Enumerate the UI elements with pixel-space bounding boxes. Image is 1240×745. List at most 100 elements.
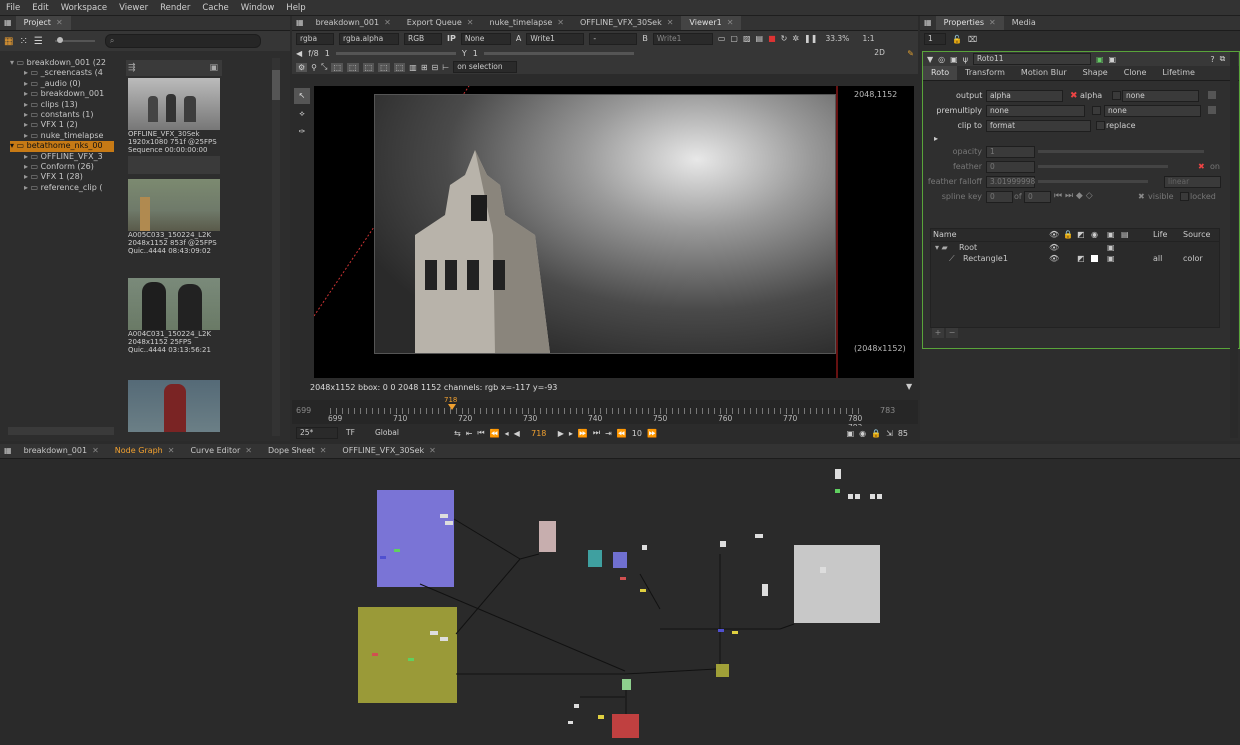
subtab-roto[interactable]: Roto [923, 66, 958, 80]
alpha-checkbox[interactable]: ✖ [1070, 91, 1078, 101]
clipping-warning-icon[interactable]: ▨ [743, 34, 751, 43]
loop-icon[interactable]: ⇆ [454, 429, 461, 438]
tab-nuke-timelapse[interactable]: nuke_timelapse ✕ [482, 16, 572, 30]
first-frame-icon[interactable]: ⏮ [477, 428, 484, 438]
last-frame-icon[interactable]: ⏭ [593, 428, 600, 438]
select-feather-icon[interactable]: ⬚ [378, 62, 390, 72]
skip-forward-icon[interactable]: ⏩ [647, 429, 657, 438]
b-input-dropdown[interactable]: Write1 [652, 32, 713, 45]
a-input-dropdown[interactable]: Write1 [526, 32, 585, 45]
color-icon[interactable]: ▣ [950, 55, 958, 64]
out-point-icon[interactable]: ⇥ [605, 429, 612, 438]
premultiply-link-icon[interactable] [1208, 106, 1216, 114]
close-tab-icon[interactable]: ✕ [92, 446, 99, 455]
tile-view-icon[interactable]: ⁙ [19, 36, 27, 47]
col-motionblur-icon[interactable]: ▤ [1121, 229, 1129, 241]
float-icon[interactable]: ▣ [1109, 55, 1117, 64]
menu-item-window[interactable]: Window [235, 3, 281, 13]
layer-row-rectangle[interactable]: ⟋ Rectangle1 👁 ◩ ▣ all color [931, 253, 1219, 264]
gain-field[interactable]: 1 [325, 49, 330, 58]
menu-item-render[interactable]: Render [154, 3, 196, 13]
subtab-shape[interactable]: Shape [1075, 66, 1116, 80]
search-input[interactable]: ⌕ [104, 34, 261, 48]
pause-icon[interactable]: ❚❚ [804, 34, 817, 43]
fps-dropdown[interactable]: 25* [296, 427, 338, 439]
menu-item-file[interactable]: File [0, 3, 26, 13]
timeline-start[interactable]: 699 [296, 406, 322, 415]
feather-link-icon[interactable]: ⊢ [442, 63, 449, 72]
play-icon[interactable]: ▶ [558, 429, 564, 438]
tab-viewer1[interactable]: Viewer1 ✕ [681, 16, 742, 30]
colorspace-dropdown[interactable]: RGB [404, 32, 442, 45]
col-life[interactable]: Life [1153, 229, 1167, 241]
timeframe-dropdown[interactable]: TF [343, 428, 367, 438]
tab-properties[interactable]: Properties ✕ [935, 16, 1004, 30]
col-name[interactable]: Name [933, 229, 957, 241]
gamma-field[interactable]: 1 [473, 49, 478, 58]
refresh-icon[interactable]: ↻ [781, 34, 788, 43]
fstop-label[interactable]: f/8 [308, 49, 319, 58]
col-color-icon[interactable]: ◉ [1091, 229, 1098, 241]
bin-tree-item[interactable]: ▸ ▭ reference_clip ( [10, 183, 114, 193]
feather-field[interactable]: 0 [986, 161, 1035, 173]
properties-grip[interactable]: ▦ [920, 16, 936, 30]
timeline-playhead[interactable] [448, 404, 456, 410]
max-panels-field[interactable]: 1 [924, 33, 946, 45]
flipbook-icon[interactable]: ⇲ [886, 429, 893, 438]
output-extra-checkbox[interactable] [1112, 91, 1121, 100]
bin-tree-item[interactable]: ▸ ▭ VFX 1 (28) [10, 172, 114, 182]
premultiply-checkbox[interactable] [1092, 106, 1101, 115]
layer-life[interactable]: all [1153, 253, 1162, 264]
list-view-icon[interactable]: ☰ [34, 36, 43, 47]
snap-icon[interactable]: ⊟ [432, 63, 439, 72]
transform-icon[interactable]: ⤡ [321, 62, 327, 72]
menu-item-edit[interactable]: Edit [26, 3, 54, 13]
clip-thumb-1[interactable]: OFFLINE_VFX_30Sek 1920x1080 751f @25FPS … [128, 78, 220, 154]
ratio-dropdown[interactable]: 1:1 [859, 34, 885, 44]
in-point-icon[interactable]: ⇤ [466, 429, 473, 438]
tab-export-queue[interactable]: Export Queue ✕ [399, 16, 482, 30]
proxy-icon[interactable]: ▤ [756, 34, 764, 43]
output-link-icon[interactable] [1208, 91, 1216, 99]
blend-icon[interactable]: ▣ [1107, 253, 1115, 264]
play-back-icon[interactable]: ◀ [514, 429, 520, 438]
col-lock-icon[interactable]: 🔒 [1063, 229, 1073, 241]
timeline[interactable]: 699 718 699 710 720 730 740 750 760 770 780 783 … [292, 396, 918, 432]
point-tool-icon[interactable]: ⟡ [294, 106, 310, 122]
menu-item-help[interactable]: Help [280, 3, 311, 13]
subtab-motion-blur[interactable]: Motion Blur [1013, 66, 1075, 80]
layer-source[interactable]: color [1183, 253, 1203, 264]
premultiply-dropdown[interactable]: none [986, 105, 1085, 117]
clip-thumb-2[interactable]: A005C033_150224_L2K 2048x1152 853f @25FP… [128, 179, 220, 255]
col-source[interactable]: Source [1183, 229, 1210, 241]
input-process-dropdown[interactable]: None [460, 32, 511, 45]
feather-on-checkbox[interactable]: ✖ [1198, 162, 1205, 171]
viewer-collapse-icon[interactable]: ▼ [906, 382, 912, 391]
lock-panels-icon[interactable]: 🔓 [952, 35, 962, 44]
col-visible-icon[interactable]: 👁 [1049, 229, 1059, 241]
invert-icon[interactable]: ◩ [1077, 253, 1085, 264]
hide-curves-icon[interactable]: ▥ [409, 63, 417, 72]
step-size-field[interactable]: 10 [632, 429, 642, 438]
project-panel-grip[interactable]: ▦ [0, 16, 16, 30]
col-invert-icon[interactable]: ◩ [1077, 229, 1085, 241]
step-forward-icon[interactable]: ▸ [569, 429, 573, 438]
bin-tree-scrollbar[interactable] [8, 427, 114, 435]
bin-tree-item[interactable]: ▸ ▭ OFFLINE_VFX_3 [10, 152, 114, 162]
bezier-tool-icon[interactable]: ✑ [294, 124, 310, 140]
visible-icon[interactable]: 👁 [1049, 242, 1059, 253]
select-curves-icon[interactable]: ⬚ [362, 62, 375, 72]
select-points-icon[interactable]: ⬚ [347, 62, 359, 72]
monitor-icon[interactable]: ▣ [847, 429, 855, 438]
collapse-icon[interactable]: ▼ [927, 55, 933, 64]
grid-view-icon[interactable]: ▦ [4, 36, 13, 47]
spline-key-field[interactable]: 0 [986, 191, 1013, 203]
bin-tree-item[interactable]: ▸ ▭ Conform (26) [10, 162, 114, 172]
tab-breakdown-001[interactable]: breakdown_001 ✕ [308, 16, 399, 30]
timeline-end[interactable]: 783 [880, 406, 895, 415]
paint-icon[interactable]: ψ [963, 55, 968, 64]
pause-render-icon[interactable]: ■ [768, 34, 776, 43]
prev-keyframe-icon[interactable]: ⏪ [490, 429, 500, 438]
nodegraph-grip[interactable]: ▦ [0, 444, 16, 458]
premultiply-none-dropdown[interactable]: none [1104, 105, 1201, 117]
